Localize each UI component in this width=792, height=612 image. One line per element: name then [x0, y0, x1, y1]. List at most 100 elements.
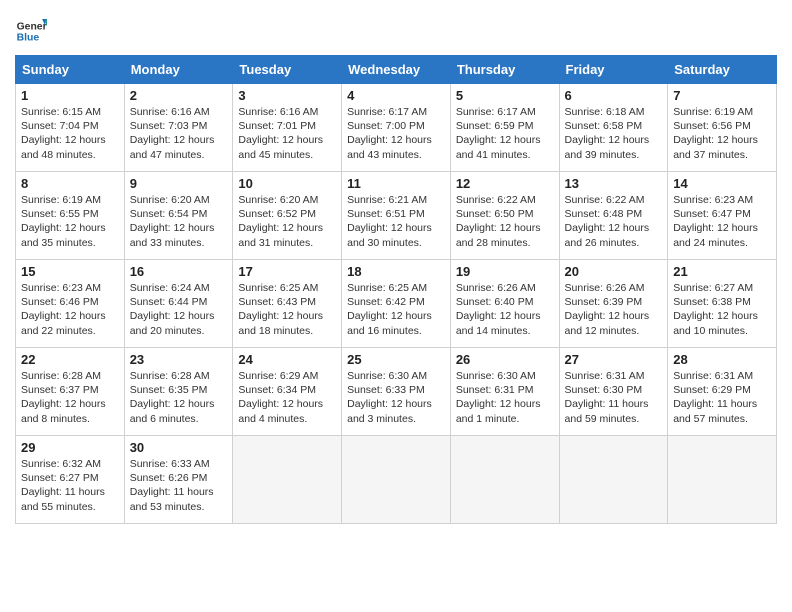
day-info: Sunrise: 6:19 AM Sunset: 6:55 PM Dayligh…	[21, 193, 119, 250]
day-number: 18	[347, 264, 445, 279]
svg-text:General: General	[17, 21, 47, 32]
day-cell: 11Sunrise: 6:21 AM Sunset: 6:51 PM Dayli…	[342, 172, 451, 260]
day-number: 12	[456, 176, 554, 191]
day-number: 16	[130, 264, 228, 279]
day-info: Sunrise: 6:31 AM Sunset: 6:30 PM Dayligh…	[565, 369, 663, 426]
day-cell: 25 Sunrise: 6:30 AM Sunset: 6:33 PM Dayli…	[342, 348, 451, 436]
day-cell	[233, 436, 342, 524]
day-number: 17	[238, 264, 336, 279]
day-cell: 9 Sunrise: 6:20 AM Sunset: 6:54 PM Daylig…	[124, 172, 233, 260]
week-row-3: 15 Sunrise: 6:23 AM Sunset: 6:46 PM Dayli…	[16, 260, 777, 348]
day-info: Sunrise: 6:28 AM Sunset: 6:35 PM Dayligh…	[130, 369, 228, 426]
day-cell: 24 Sunrise: 6:29 AM Sunset: 6:34 PM Dayli…	[233, 348, 342, 436]
day-info: Sunrise: 6:19 AM Sunset: 6:56 PM Dayligh…	[673, 105, 771, 162]
day-number: 7	[673, 88, 771, 103]
day-number: 10	[238, 176, 336, 191]
day-cell: 15 Sunrise: 6:23 AM Sunset: 6:46 PM Dayli…	[16, 260, 125, 348]
day-cell: 28 Sunrise: 6:31 AM Sunset: 6:29 PM Dayli…	[668, 348, 777, 436]
day-number: 20	[565, 264, 663, 279]
day-number: 5	[456, 88, 554, 103]
day-number: 4	[347, 88, 445, 103]
day-info: Sunrise: 6:25 AM Sunset: 6:42 PM Dayligh…	[347, 281, 445, 338]
day-number: 15	[21, 264, 119, 279]
day-info: Sunrise: 6:22 AM Sunset: 6:50 PM Dayligh…	[456, 193, 554, 250]
day-info: Sunrise: 6:24 AM Sunset: 6:44 PM Dayligh…	[130, 281, 228, 338]
day-number: 6	[565, 88, 663, 103]
day-info: Sunrise: 6:27 AM Sunset: 6:38 PM Dayligh…	[673, 281, 771, 338]
day-info: Sunrise: 6:18 AM Sunset: 6:58 PM Dayligh…	[565, 105, 663, 162]
day-cell: 30 Sunrise: 6:33 AM Sunset: 6:26 PM Dayli…	[124, 436, 233, 524]
day-cell: 3 Sunrise: 6:16 AM Sunset: 7:01 PM Daylig…	[233, 84, 342, 172]
day-cell: 26Sunrise: 6:30 AM Sunset: 6:31 PM Dayli…	[450, 348, 559, 436]
day-info: Sunrise: 6:26 AM Sunset: 6:40 PM Dayligh…	[456, 281, 554, 338]
day-info: Sunrise: 6:22 AM Sunset: 6:48 PM Dayligh…	[565, 193, 663, 250]
day-info: Sunrise: 6:33 AM Sunset: 6:26 PM Dayligh…	[130, 457, 228, 514]
day-cell: 2 Sunrise: 6:16 AM Sunset: 7:03 PM Daylig…	[124, 84, 233, 172]
day-number: 29	[21, 440, 119, 455]
day-number: 2	[130, 88, 228, 103]
day-number: 13	[565, 176, 663, 191]
day-info: Sunrise: 6:15 AM Sunset: 7:04 PM Dayligh…	[21, 105, 119, 162]
day-cell: 21 Sunrise: 6:27 AM Sunset: 6:38 PM Dayli…	[668, 260, 777, 348]
day-cell	[450, 436, 559, 524]
day-info: Sunrise: 6:29 AM Sunset: 6:34 PM Dayligh…	[238, 369, 336, 426]
day-info: Sunrise: 6:16 AM Sunset: 7:01 PM Dayligh…	[238, 105, 336, 162]
day-info: Sunrise: 6:32 AM Sunset: 6:27 PM Dayligh…	[21, 457, 119, 514]
day-cell: 6 Sunrise: 6:18 AM Sunset: 6:58 PM Daylig…	[559, 84, 668, 172]
day-number: 9	[130, 176, 228, 191]
day-cell: 10 Sunrise: 6:20 AM Sunset: 6:52 PM Dayli…	[233, 172, 342, 260]
column-header-tuesday: Tuesday	[233, 56, 342, 84]
day-number: 24	[238, 352, 336, 367]
header-row: SundayMondayTuesdayWednesdayThursdayFrid…	[16, 56, 777, 84]
week-row-4: 22 Sunrise: 6:28 AM Sunset: 6:37 PM Dayli…	[16, 348, 777, 436]
day-cell	[342, 436, 451, 524]
day-cell: 14 Sunrise: 6:23 AM Sunset: 6:47 PM Dayli…	[668, 172, 777, 260]
column-header-wednesday: Wednesday	[342, 56, 451, 84]
page-header: General Blue	[15, 15, 777, 47]
column-header-monday: Monday	[124, 56, 233, 84]
day-number: 8	[21, 176, 119, 191]
day-cell: 12 Sunrise: 6:22 AM Sunset: 6:50 PM Dayli…	[450, 172, 559, 260]
day-cell: 13 Sunrise: 6:22 AM Sunset: 6:48 PM Dayli…	[559, 172, 668, 260]
week-row-2: 8 Sunrise: 6:19 AM Sunset: 6:55 PM Daylig…	[16, 172, 777, 260]
week-row-1: 1 Sunrise: 6:15 AM Sunset: 7:04 PM Daylig…	[16, 84, 777, 172]
logo: General Blue	[15, 15, 47, 47]
day-number: 19	[456, 264, 554, 279]
column-header-friday: Friday	[559, 56, 668, 84]
day-info: Sunrise: 6:25 AM Sunset: 6:43 PM Dayligh…	[238, 281, 336, 338]
day-cell: 4 Sunrise: 6:17 AM Sunset: 7:00 PM Daylig…	[342, 84, 451, 172]
day-info: Sunrise: 6:31 AM Sunset: 6:29 PM Dayligh…	[673, 369, 771, 426]
logo-icon: General Blue	[15, 15, 47, 47]
day-number: 25	[347, 352, 445, 367]
day-cell: 5Sunrise: 6:17 AM Sunset: 6:59 PM Daylig…	[450, 84, 559, 172]
day-cell: 8 Sunrise: 6:19 AM Sunset: 6:55 PM Daylig…	[16, 172, 125, 260]
day-info: Sunrise: 6:28 AM Sunset: 6:37 PM Dayligh…	[21, 369, 119, 426]
day-info: Sunrise: 6:23 AM Sunset: 6:46 PM Dayligh…	[21, 281, 119, 338]
day-info: Sunrise: 6:17 AM Sunset: 7:00 PM Dayligh…	[347, 105, 445, 162]
day-number: 22	[21, 352, 119, 367]
day-info: Sunrise: 6:16 AM Sunset: 7:03 PM Dayligh…	[130, 105, 228, 162]
day-number: 1	[21, 88, 119, 103]
day-info: Sunrise: 6:23 AM Sunset: 6:47 PM Dayligh…	[673, 193, 771, 250]
day-cell: 18 Sunrise: 6:25 AM Sunset: 6:42 PM Dayli…	[342, 260, 451, 348]
column-header-sunday: Sunday	[16, 56, 125, 84]
day-number: 27	[565, 352, 663, 367]
day-cell: 20Sunrise: 6:26 AM Sunset: 6:39 PM Dayli…	[559, 260, 668, 348]
day-number: 30	[130, 440, 228, 455]
day-cell: 7 Sunrise: 6:19 AM Sunset: 6:56 PM Daylig…	[668, 84, 777, 172]
day-info: Sunrise: 6:20 AM Sunset: 6:52 PM Dayligh…	[238, 193, 336, 250]
day-number: 3	[238, 88, 336, 103]
day-number: 21	[673, 264, 771, 279]
svg-text:Blue: Blue	[17, 33, 40, 44]
day-info: Sunrise: 6:20 AM Sunset: 6:54 PM Dayligh…	[130, 193, 228, 250]
day-number: 28	[673, 352, 771, 367]
calendar-table: SundayMondayTuesdayWednesdayThursdayFrid…	[15, 55, 777, 524]
day-cell: 1 Sunrise: 6:15 AM Sunset: 7:04 PM Daylig…	[16, 84, 125, 172]
day-cell: 23Sunrise: 6:28 AM Sunset: 6:35 PM Dayli…	[124, 348, 233, 436]
day-number: 14	[673, 176, 771, 191]
day-info: Sunrise: 6:30 AM Sunset: 6:33 PM Dayligh…	[347, 369, 445, 426]
day-cell	[668, 436, 777, 524]
column-header-thursday: Thursday	[450, 56, 559, 84]
day-info: Sunrise: 6:21 AM Sunset: 6:51 PM Dayligh…	[347, 193, 445, 250]
week-row-5: 29 Sunrise: 6:32 AM Sunset: 6:27 PM Dayli…	[16, 436, 777, 524]
